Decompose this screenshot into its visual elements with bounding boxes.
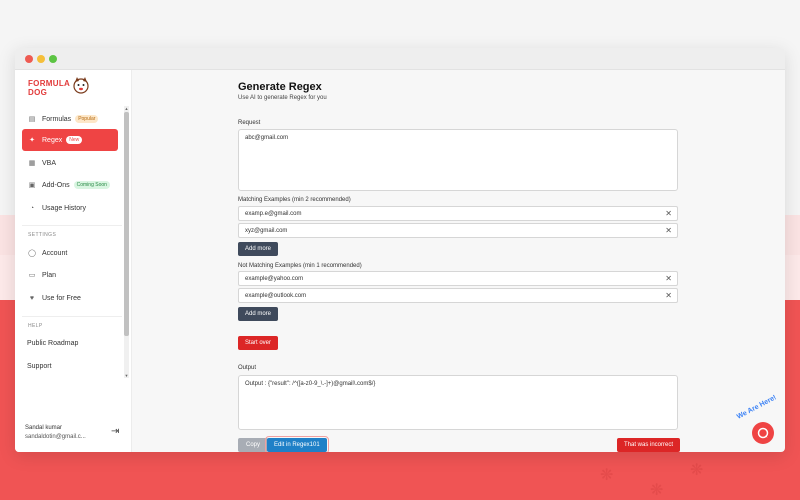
vba-icon: ▦ [28, 160, 36, 167]
not-matching-examples-label: Not Matching Examples (min 1 recommended… [238, 263, 362, 269]
clear-icon[interactable]: ✕ [665, 209, 672, 218]
heart-icon: ♥ [29, 294, 35, 302]
matching-example-input[interactable]: xyz@gmail.com ✕ [238, 223, 678, 238]
sidebar-item-label: Support [27, 362, 52, 370]
popular-badge: Popular [75, 115, 99, 123]
sidebar-item-label: Account [42, 249, 68, 257]
output-textarea[interactable]: Output : {"result": /^([a-z0-9_\.-]+)@gm… [238, 375, 678, 430]
history-icon: ◔ [29, 204, 35, 212]
formula-icon: ▤ [28, 116, 36, 123]
matching-example-input[interactable]: examp.e@gmail.com ✕ [238, 206, 678, 221]
app-window: FORMULA DOG ▤ Formulas Popular ✦ Regex N… [15, 48, 785, 452]
add-more-not-matching-button[interactable]: Add more [238, 307, 279, 321]
formula-dog-logo[interactable]: FORMULA DOG [28, 75, 108, 99]
add-more-matching-button[interactable]: Add more [238, 242, 279, 256]
plan-icon: ▭ [28, 272, 36, 279]
sidebar-item-label: Regex [42, 136, 63, 144]
that-was-incorrect-button[interactable]: That was incorrect [617, 438, 681, 452]
request-textarea[interactable]: abc@gmail.com [238, 129, 678, 191]
sidebar-item-plan[interactable]: ▭ Plan [22, 264, 118, 286]
not-matching-example-value: example@outlook.com [245, 292, 307, 299]
user-name: Sandal kumar [25, 425, 63, 431]
sidebar-item-label: Plan [42, 271, 57, 279]
sidebar-item-label: Add-Ons [42, 181, 70, 189]
window-maximize-button[interactable] [49, 55, 57, 63]
sidebar-item-regex[interactable]: ✦ Regex New [22, 129, 118, 151]
sidebar-item-support[interactable]: Support [22, 355, 118, 377]
logout-icon[interactable]: ⇥ [111, 426, 119, 437]
scrollbar-thumb[interactable] [124, 112, 129, 336]
window-titlebar [15, 48, 785, 70]
chat-bubble-icon [757, 427, 769, 439]
request-label: Request [238, 120, 261, 126]
sidebar-item-usage-history[interactable]: ◔ Usage History [22, 197, 118, 219]
scroll-down-icon[interactable]: ▼ [124, 373, 129, 378]
start-over-button[interactable]: Start over [238, 336, 279, 350]
scroll-up-icon[interactable]: ▲ [124, 106, 129, 111]
clear-icon[interactable]: ✕ [665, 291, 672, 300]
paw-decoration-icon: ❋ [600, 467, 614, 484]
sidebar-item-account[interactable]: ◯ Account [22, 242, 118, 264]
clear-icon[interactable]: ✕ [665, 226, 672, 235]
addon-icon: ▣ [28, 182, 36, 189]
settings-section-label: SETTINGS [28, 232, 57, 238]
sidebar-item-formulas[interactable]: ▤ Formulas Popular [22, 108, 118, 130]
sidebar-item-public-roadmap[interactable]: Public Roadmap [22, 332, 118, 354]
matching-example-value: xyz@gmail.com [245, 227, 288, 234]
sidebar-divider [22, 316, 122, 317]
not-matching-example-input[interactable]: example@yahoo.com ✕ [238, 271, 678, 286]
dog-logo-icon [73, 77, 89, 94]
matching-examples-label: Matching Examples (min 2 recommended) [238, 197, 351, 203]
sidebar-item-label: VBA [42, 159, 57, 167]
sidebar: FORMULA DOG ▤ Formulas Popular ✦ Regex N… [15, 70, 132, 452]
matching-example-value: examp.e@gmail.com [245, 210, 302, 217]
coming-soon-badge: Coming Soon [73, 181, 110, 189]
window-close-button[interactable] [25, 55, 33, 63]
page-subtitle: Use AI to generate Regex for you [238, 95, 327, 101]
chat-widget-button[interactable] [752, 422, 774, 444]
help-section-label: HELP [28, 323, 43, 329]
page-title: Generate Regex [238, 81, 322, 93]
not-matching-example-input[interactable]: example@outlook.com ✕ [238, 288, 678, 303]
regex-icon: ✦ [29, 137, 35, 144]
new-badge: New [66, 136, 83, 144]
sidebar-item-use-for-free[interactable]: ♥ Use for Free [22, 287, 118, 309]
sidebar-item-label: Usage History [42, 204, 86, 212]
edit-in-regex101-button[interactable]: Edit in Regex101 [265, 436, 329, 452]
main-content: Generate Regex Use AI to generate Regex … [133, 70, 785, 452]
paw-decoration-icon: ❋ [650, 482, 664, 499]
not-matching-example-value: example@yahoo.com [245, 275, 304, 282]
account-icon: ◯ [28, 250, 36, 257]
window-minimize-button[interactable] [37, 55, 45, 63]
sidebar-item-label: Use for Free [42, 294, 81, 302]
copy-button[interactable]: Copy [238, 438, 269, 452]
sidebar-item-label: Formulas [42, 115, 72, 123]
sidebar-divider [22, 225, 122, 226]
output-label: Output [238, 365, 257, 371]
clear-icon[interactable]: ✕ [665, 274, 672, 283]
paw-decoration-icon: ❋ [690, 462, 704, 479]
sidebar-item-vba[interactable]: ▦ VBA [22, 152, 118, 174]
sidebar-scrollbar[interactable]: ▲ ▼ [124, 106, 129, 378]
sidebar-item-add-ons[interactable]: ▣ Add-Ons Coming Soon [22, 174, 118, 196]
user-email: sandaldotin@gmail.c... [25, 434, 86, 440]
sidebar-item-label: Public Roadmap [27, 339, 79, 347]
